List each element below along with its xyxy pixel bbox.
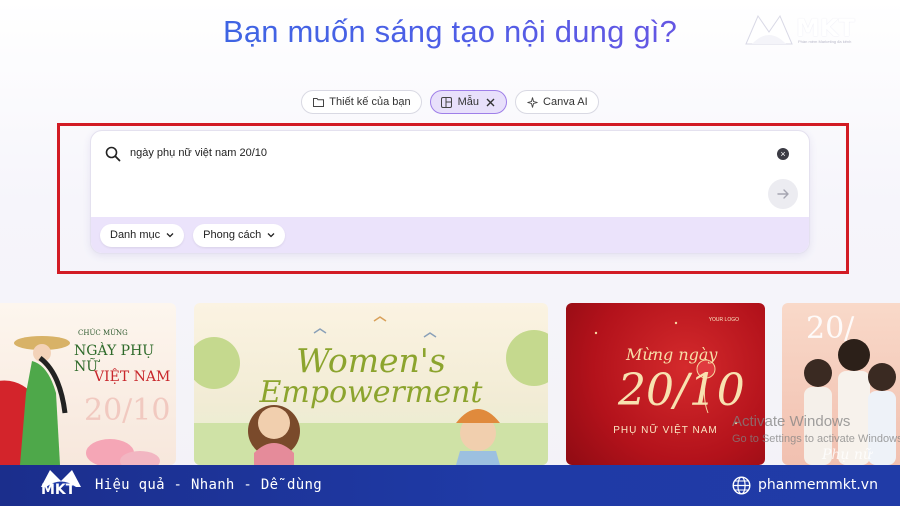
thumbnail-text: Phụ nữ <box>822 447 872 463</box>
footer-banner: MKT Hiệu quả - Nhanh - Dễ dùng phanmemmk… <box>0 465 900 506</box>
activate-windows-title: Activate Windows <box>732 413 851 430</box>
thumbnail-text: CHÚC MỪNG <box>78 329 128 337</box>
search-input[interactable]: ngày phụ nữ việt nam 20/10 <box>130 147 267 159</box>
thumbnail-text: Mừng ngày <box>626 345 718 364</box>
thumbnail-text: VIỆT NAM <box>94 369 171 385</box>
close-icon: × <box>780 149 786 159</box>
mkt-logo-tagline: Phần mềm Marketing đa kênh <box>798 39 852 44</box>
template-thumbnail[interactable]: Women's Empowerment <box>194 303 548 465</box>
tab-your-designs-label: Thiết kế của bạn <box>329 96 411 108</box>
footer-logo-text: MKT <box>41 482 76 498</box>
thumbnail-text: YOUR LOGO <box>708 317 739 323</box>
folder-icon <box>312 96 324 108</box>
category-filter-label: Danh mục <box>110 229 161 241</box>
activate-windows-subtitle: Go to Settings to activate Windows. <box>732 433 900 445</box>
footer-slogan: Hiệu quả - Nhanh - Dễ dùng <box>95 477 322 493</box>
mode-tabs: Thiết kế của bạn Mẫu Canva AI <box>0 90 900 114</box>
remove-filter-icon[interactable] <box>484 96 496 108</box>
clear-search-button[interactable]: × <box>777 148 789 160</box>
template-thumbnail[interactable]: CHÚC MỪNG NGÀY PHỤ NỮ VIỆT NAM 20/10 <box>0 303 176 465</box>
chevron-down-icon <box>267 233 275 238</box>
thumbnail-text: 20/10 <box>618 365 745 416</box>
mkt-logo-text: MKT <box>796 14 855 42</box>
search-panel: ngày phụ nữ việt nam 20/10 × Danh mục Ph… <box>90 130 810 254</box>
tab-templates[interactable]: Mẫu <box>429 90 508 114</box>
search-icon <box>105 146 121 162</box>
footer-logo: MKT <box>38 468 84 504</box>
filter-bar: Danh mục Phong cách <box>91 217 809 253</box>
globe-icon <box>732 476 751 495</box>
tab-your-designs[interactable]: Thiết kế của bạn <box>301 90 422 114</box>
tab-canva-ai[interactable]: Canva AI <box>515 90 599 114</box>
mkt-logo: MKT Phần mềm Marketing đa kênh <box>744 12 886 48</box>
sparkle-icon <box>526 96 538 108</box>
template-icon <box>441 96 453 108</box>
tab-canva-ai-label: Canva AI <box>543 96 588 108</box>
style-filter-label: Phong cách <box>203 229 262 241</box>
thumbnail-text: 20/10 <box>84 393 171 428</box>
mkt-logo-icon <box>745 14 793 45</box>
activate-windows-watermark: Activate Windows Go to Settings to activ… <box>732 413 900 445</box>
thumbnail-text: 20/ <box>806 311 855 346</box>
category-filter-dropdown[interactable]: Danh mục <box>100 223 185 247</box>
submit-search-button[interactable] <box>768 179 798 209</box>
chevron-down-icon <box>166 233 174 238</box>
footer-website-link[interactable]: phanmemmkt.vn <box>758 477 878 493</box>
arrow-right-icon <box>776 189 789 199</box>
style-filter-dropdown[interactable]: Phong cách <box>193 223 286 247</box>
thumbnail-text: Empowerment <box>259 375 483 410</box>
tab-templates-label: Mẫu <box>457 96 480 108</box>
